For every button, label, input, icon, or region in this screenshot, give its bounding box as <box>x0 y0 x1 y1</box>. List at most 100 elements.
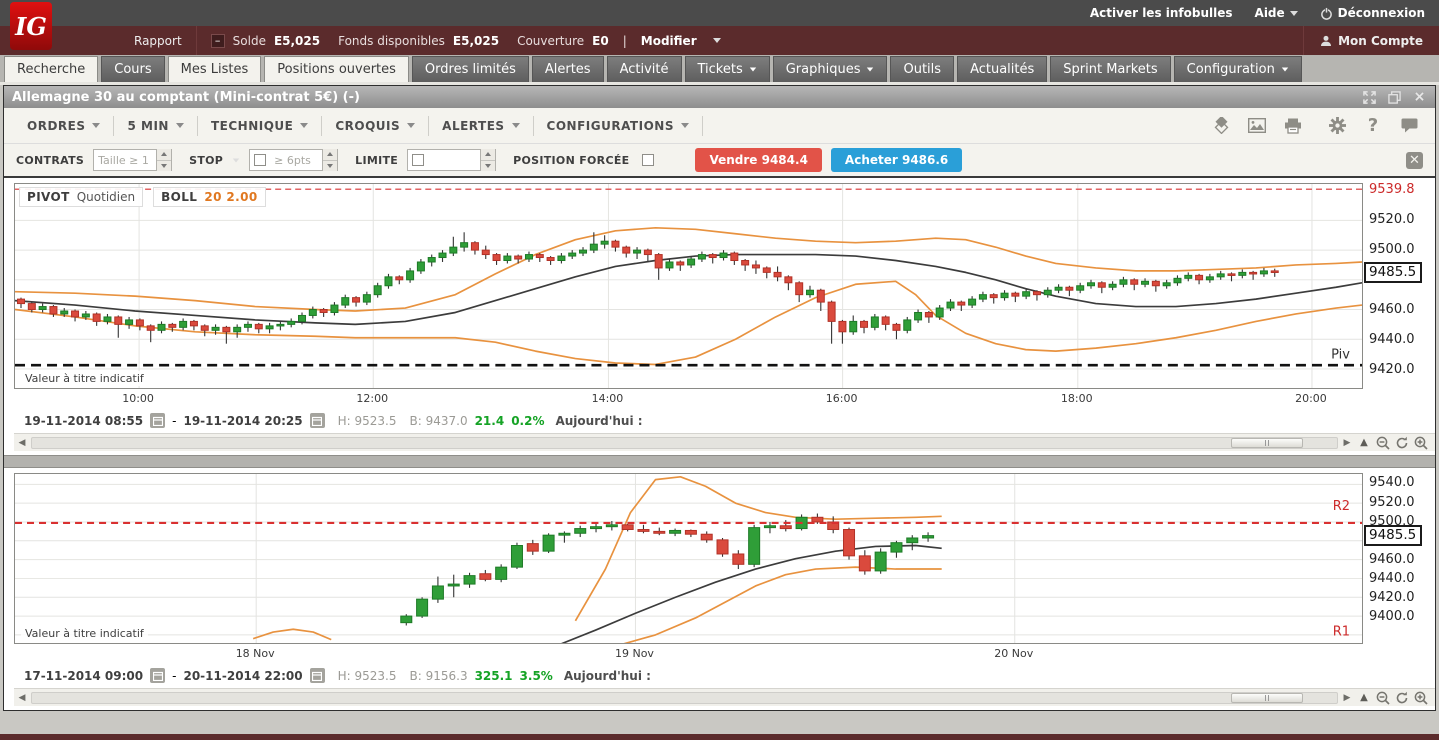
image-icon[interactable] <box>1247 117 1267 135</box>
snap-to-end-icon[interactable]: ▲ <box>1356 690 1372 706</box>
comment-icon[interactable] <box>1399 117 1419 135</box>
reset-zoom-button[interactable] <box>1394 690 1410 706</box>
stop-field[interactable] <box>249 149 339 171</box>
account-bar: IG Rapport – Solde E5,025 Fonds disponib… <box>0 2 1439 55</box>
help-icon[interactable]: ? <box>1363 115 1383 136</box>
tab-ordres-limites[interactable]: Ordres limités <box>411 56 529 82</box>
scrollbar-track[interactable] <box>31 691 1338 704</box>
stop-input[interactable] <box>270 151 323 169</box>
session-high: H: 9523.5 <box>337 668 397 683</box>
close-icon[interactable]: × <box>1412 89 1427 105</box>
maximize-icon[interactable] <box>1362 90 1377 105</box>
indicator-boll-chip[interactable]: BOLL 20 2.00 <box>153 187 266 207</box>
scrollbar-thumb[interactable] <box>1231 692 1303 703</box>
calendar-icon[interactable] <box>309 413 325 428</box>
session-low: B: 9437.0 <box>409 413 468 428</box>
menu-configurations[interactable]: CONFIGURATIONS <box>534 115 703 136</box>
limit-checkbox[interactable] <box>412 154 425 166</box>
price-axis[interactable]: 9540.09520.09500.09480.09460.09440.09420… <box>1363 473 1435 662</box>
tab-sprint-markets[interactable]: Sprint Markets <box>1050 56 1171 82</box>
menu-ordres[interactable]: ORDRES <box>14 115 115 136</box>
scrollbar-track[interactable] <box>31 436 1338 449</box>
help-label: Aide <box>1254 6 1285 20</box>
settings-gear-icon[interactable] <box>1327 117 1347 135</box>
chevron-down-icon[interactable] <box>712 38 721 43</box>
zoom-out-button[interactable] <box>1375 435 1391 451</box>
tab-recherche[interactable]: Recherche <box>4 56 99 82</box>
menu-alertes[interactable]: ALERTES <box>429 115 534 136</box>
session-high: H: 9523.5 <box>337 413 397 428</box>
tab-mes-listes[interactable]: Mes Listes <box>167 56 262 82</box>
scroll-right-button[interactable]: ▶ <box>1341 438 1353 448</box>
zoom-out-button[interactable] <box>1375 690 1391 706</box>
scroll-right-button[interactable]: ▶ <box>1341 693 1353 703</box>
buy-button[interactable]: Acheter 9486.6 <box>830 148 963 172</box>
limit-input[interactable] <box>428 151 481 169</box>
range-start: 19-11-2014 08:55 <box>24 413 144 428</box>
limit-field[interactable] <box>407 149 497 171</box>
sell-button[interactable]: Vendre 9484.4 <box>695 148 822 172</box>
chevron-down-icon[interactable] <box>232 158 240 162</box>
contracts-size-field[interactable] <box>93 149 173 171</box>
tab-activite[interactable]: Activité <box>606 56 682 82</box>
calendar-icon[interactable] <box>309 668 325 683</box>
chevron-down-icon <box>867 67 874 72</box>
menu-technique[interactable]: TECHNIQUE <box>198 115 323 136</box>
zoom-in-button[interactable] <box>1413 690 1429 706</box>
svg-text:Piv: Piv <box>1331 347 1350 362</box>
calendar-icon[interactable] <box>150 413 166 428</box>
print-icon[interactable] <box>1283 117 1303 135</box>
scroll-left-button[interactable]: ◀ <box>16 693 28 703</box>
tab-alertes[interactable]: Alertes <box>531 56 604 82</box>
price-tick: 9440.0 <box>1369 570 1415 586</box>
activate-tooltips-link[interactable]: Activer les infobulles <box>1090 6 1233 20</box>
menu-periode[interactable]: 5 MIN <box>114 115 198 136</box>
indicator-pivot-chip[interactable]: PIVOT Quotidien <box>19 187 144 207</box>
close-order-panel-icon[interactable]: ✕ <box>1406 151 1423 169</box>
tab-tickets[interactable]: Tickets <box>684 56 770 82</box>
tab-actualites[interactable]: Actualités <box>957 56 1048 82</box>
tab-positions-ouvertes[interactable]: Positions ouvertes <box>264 56 409 82</box>
tab-outils[interactable]: Outils <box>890 56 955 82</box>
price-chart[interactable]: R2 R1 Valeur à titre indicatif <box>14 473 1363 644</box>
tab-cours[interactable]: Cours <box>101 56 165 82</box>
window-title-bar[interactable]: Allemagne 30 au comptant (Mini-contrat 5… <box>4 86 1435 108</box>
logout-button[interactable]: Déconnexion <box>1320 6 1425 20</box>
reset-zoom-button[interactable] <box>1394 435 1410 451</box>
couverture-label: Couverture <box>517 33 585 48</box>
limit-stepper[interactable] <box>480 149 496 171</box>
snap-to-end-icon[interactable]: ▲ <box>1356 435 1372 451</box>
stop-stepper[interactable] <box>322 149 338 171</box>
ig-logo[interactable]: IG <box>10 2 52 50</box>
layers-icon[interactable] <box>1211 117 1231 135</box>
scroll-left-button[interactable]: ◀ <box>16 438 28 448</box>
panel-splitter[interactable] <box>4 455 1435 468</box>
scrollbar-thumb[interactable] <box>1231 437 1303 448</box>
mon-compte-button[interactable]: Mon Compte <box>1303 26 1439 55</box>
price-axis[interactable]: 9539.89520.09500.09480.09460.09440.09420… <box>1363 182 1435 407</box>
chevron-down-icon <box>680 123 689 128</box>
current-price-label: 9485.5 <box>1364 261 1423 283</box>
contracts-size-input[interactable] <box>94 151 157 169</box>
limite-label: LIMITE <box>355 153 399 167</box>
tab-configuration[interactable]: Configuration <box>1173 56 1302 82</box>
position-forcee-checkbox[interactable] <box>642 154 655 166</box>
modifier-link[interactable]: Modifier <box>641 34 697 48</box>
restore-icon[interactable] <box>1387 90 1402 105</box>
chart-scrollbar-row: ◀ ▶ ▲ <box>14 433 1435 451</box>
chevron-down-icon <box>407 123 416 128</box>
top-bar: Activer les infobulles Aide Déconnexion <box>0 0 1439 26</box>
calendar-icon[interactable] <box>150 668 166 683</box>
rapport-link[interactable]: Rapport <box>120 26 197 55</box>
size-stepper[interactable] <box>156 149 172 171</box>
collapse-account-button[interactable]: – <box>210 33 225 48</box>
help-menu[interactable]: Aide <box>1255 6 1298 20</box>
price-chart[interactable]: Piv PIVOT Quotidien BOLL 20 2.00 Valeur … <box>14 183 1363 389</box>
tab-graphiques[interactable]: Graphiques <box>772 56 888 82</box>
stop-label: STOP <box>189 153 224 167</box>
zoom-in-button[interactable] <box>1413 435 1429 451</box>
chevron-down-icon <box>511 123 520 128</box>
stop-checkbox[interactable] <box>254 154 267 166</box>
session-change: 21.4 <box>474 413 505 428</box>
menu-croquis[interactable]: CROQUIS <box>322 115 430 136</box>
